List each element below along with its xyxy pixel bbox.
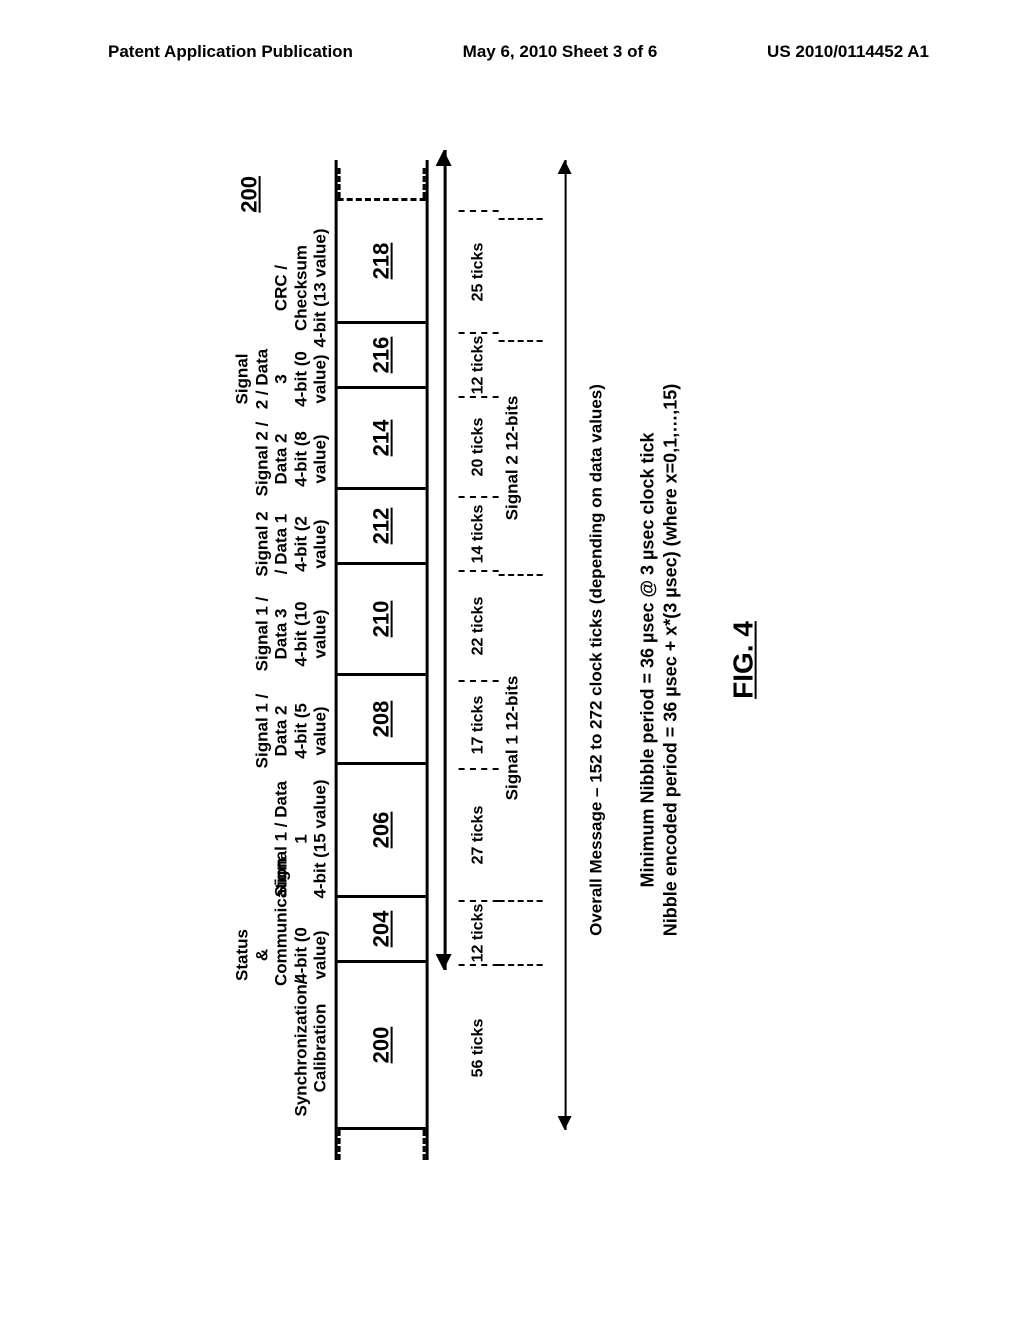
segment-label: Signal 1 / Data 3 4-bit (10 value) (252, 580, 334, 688)
ticks-label: 22 ticks (459, 572, 499, 682)
segment-box: 214 (338, 389, 426, 490)
ticks-row: 56 ticks 12 ticks 27 ticks 17 ticks 22 t… (459, 160, 499, 1160)
ticks-label: 14 ticks (459, 498, 499, 572)
header-right: US 2010/0114452 A1 (767, 42, 929, 62)
leader-dashes (338, 168, 426, 198)
header-center: May 6, 2010 Sheet 3 of 6 (463, 42, 658, 62)
diagram-ref: 200 (237, 176, 263, 213)
segment-label: Signal 1 / Data 2 4-bit (5 value) (252, 688, 334, 774)
note-line: Nibble encoded period = 36 µsec + x*(3 µ… (660, 160, 683, 1160)
note-line: Minimum Nibble period = 36 µsec @ 3 µsec… (637, 160, 660, 1160)
time-axis-arrow (429, 160, 459, 1160)
arrowhead-left-icon (558, 1116, 572, 1130)
ticks-label: 17 ticks (459, 682, 499, 770)
segment-label: CRC / Checksum 4-bit (13 value) (272, 228, 335, 348)
segment-box: 200 (338, 963, 426, 1130)
ticks-label: 12 ticks (459, 334, 499, 398)
signal-group-label: Signal 2 12-bits (499, 342, 543, 576)
segment-box: 210 (338, 565, 426, 676)
ticks-label: 27 ticks (459, 770, 499, 902)
segment-label: Status & Communication 4-bit (0 value) (233, 924, 335, 986)
segment-labels-row: Synchronization/ Calibration Status & Co… (265, 160, 335, 1160)
timing-notes: Minimum Nibble period = 36 µsec @ 3 µsec… (637, 160, 684, 1160)
figure-label: FIG. 4 (727, 160, 759, 1160)
segment-box: 216 (338, 324, 426, 389)
segment-box: 208 (338, 676, 426, 765)
overall-message-text: Overall Message – 152 to 272 clock ticks… (583, 160, 607, 1160)
ticks-label: 12 ticks (459, 902, 499, 966)
segment-label: Synchronization/ Calibration (292, 966, 335, 1130)
segment-label: Signal 2 / Data 3 4-bit (0 value) (233, 348, 335, 410)
segment-box: 204 (338, 898, 426, 963)
ticks-label: 25 ticks (459, 210, 499, 334)
ticks-label: 56 ticks (459, 966, 499, 1130)
segment-box: 206 (338, 765, 426, 898)
header-left: Patent Application Publication (108, 42, 353, 62)
arrowhead-right-icon (558, 160, 572, 174)
signal-groups-row: Signal 1 12-bits Signal 2 12-bits (499, 160, 543, 1160)
segment-label: Signal 1 / Data 1 4-bit (15 value) (272, 774, 335, 904)
arrowhead-right-icon (436, 150, 452, 166)
ticks-label: 20 ticks (459, 398, 499, 498)
arrowhead-left-icon (436, 954, 452, 970)
segment-boxes-row: 200 204 206 208 210 212 214 216 218 (335, 160, 429, 1160)
signal-group-label: Signal 1 12-bits (499, 576, 543, 902)
page-header: Patent Application Publication May 6, 20… (0, 42, 1024, 62)
overall-message-arrow (547, 160, 583, 1160)
segment-box: 218 (338, 198, 426, 324)
timing-diagram: 200 Synchronization/ Calibration Status … (265, 160, 760, 1160)
segment-label: Signal 2 / Data 2 4-bit (8 value) (252, 410, 334, 508)
segment-label: Signal 2 / Data 1 4-bit (2 value) (252, 508, 334, 580)
segment-box: 212 (338, 490, 426, 565)
leader-dashes (338, 1130, 426, 1160)
